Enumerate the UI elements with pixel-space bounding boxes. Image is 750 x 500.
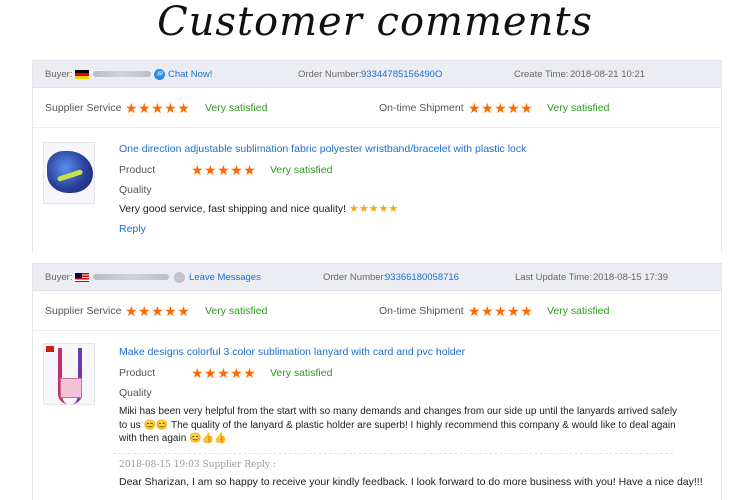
supplier-reply: 2018-08-15 19:03 Supplier Reply : Dear S… <box>113 453 703 499</box>
supplier-service-label: Supplier Service <box>45 305 122 317</box>
buyer-name-blurred <box>93 71 151 77</box>
supplier-service-stars: ★★★★★ <box>125 100 191 116</box>
review-comment-line: with then again 😊👍👍 <box>119 433 227 444</box>
review-comment: Very good service, fast shipping and nic… <box>119 203 398 217</box>
quality-label: Quality <box>119 184 152 196</box>
buyer-name-blurred <box>93 274 169 280</box>
buyer-label: Buyer: <box>45 69 73 80</box>
supplier-reply-text: Dear Sharizan, I am so happy to receive … <box>119 476 703 488</box>
review-comment-line: Miki has been very helpful from the star… <box>119 406 678 417</box>
supplier-reply-meta: 2018-08-15 19:03 Supplier Reply : <box>119 460 276 470</box>
create-time-value: 2018-08-21 10:21 <box>570 69 646 80</box>
order-number-label: Order Number: <box>298 69 362 80</box>
product-stars: ★★★★★ <box>191 162 257 178</box>
review-comment-text: Very good service, fast shipping and nic… <box>119 203 347 215</box>
review-meta-bar: Buyer: ✉ Chat Now! Order Number: 9334478… <box>33 60 721 88</box>
supplier-service-stars: ★★★★★ <box>125 303 191 319</box>
on-time-shipment-stars: ★★★★★ <box>468 100 534 116</box>
review-meta-bar: Buyer: … Leave Messages Order Number: 93… <box>33 263 721 291</box>
product-rating: Very satisfied <box>270 164 333 176</box>
product-title-link[interactable]: One direction adjustable sublimation fab… <box>119 143 526 155</box>
product-label: Product <box>119 367 156 379</box>
on-time-shipment-label: On-time Shipment <box>379 102 464 114</box>
seller-ratings-row: Supplier Service ★★★★★ Very satisfied On… <box>33 88 721 128</box>
supplier-service-rating: Very satisfied <box>205 305 268 317</box>
seller-ratings-row: Supplier Service ★★★★★ Very satisfied On… <box>33 291 721 331</box>
review-comment-line: to us 😊😊 The quality of the lanyard & pl… <box>119 419 676 431</box>
product-image[interactable] <box>43 142 95 204</box>
leave-messages-link[interactable]: Leave Messages <box>189 272 261 283</box>
germany-flag-icon <box>75 70 89 79</box>
create-time-label: Create Time: <box>514 69 569 80</box>
order-number-link[interactable]: 93366180058716 <box>385 272 459 283</box>
on-time-shipment-stars: ★★★★★ <box>468 303 534 319</box>
on-time-shipment-label: On-time Shipment <box>379 305 464 317</box>
product-label: Product <box>119 164 156 176</box>
chat-icon[interactable]: ✉ <box>154 69 165 80</box>
quality-label: Quality <box>119 387 152 399</box>
product-stars: ★★★★★ <box>191 365 257 381</box>
order-number-label: Order Number: <box>323 272 387 283</box>
supplier-service-label: Supplier Service <box>45 102 122 114</box>
malaysia-flag-icon <box>75 273 89 282</box>
product-title-link[interactable]: Make designs colorful 3 color sublimatio… <box>119 346 465 358</box>
supplier-service-rating: Very satisfied <box>205 102 268 114</box>
last-update-time-value: 2018-08-15 17:39 <box>593 272 669 283</box>
order-number-link[interactable]: 93344785156490O <box>361 69 442 80</box>
product-image[interactable] <box>43 343 95 405</box>
chat-now-link[interactable]: Chat Now! <box>168 69 212 80</box>
review-card: Buyer: ✉ Chat Now! Order Number: 9334478… <box>32 60 722 252</box>
last-update-time-label: Last Update Time: <box>515 272 593 283</box>
comment-stars: ★★★★★ <box>348 203 399 215</box>
review-card: Buyer: … Leave Messages Order Number: 93… <box>32 263 722 500</box>
review-comment: Miki has been very helpful from the star… <box>119 405 719 446</box>
page-title: Customer comments <box>157 0 593 45</box>
buyer-label: Buyer: <box>45 272 73 283</box>
on-time-shipment-rating: Very satisfied <box>547 102 610 114</box>
product-rating: Very satisfied <box>270 367 333 379</box>
on-time-shipment-rating: Very satisfied <box>547 305 610 317</box>
reply-link[interactable]: Reply <box>119 223 146 235</box>
message-icon[interactable]: … <box>174 272 185 283</box>
